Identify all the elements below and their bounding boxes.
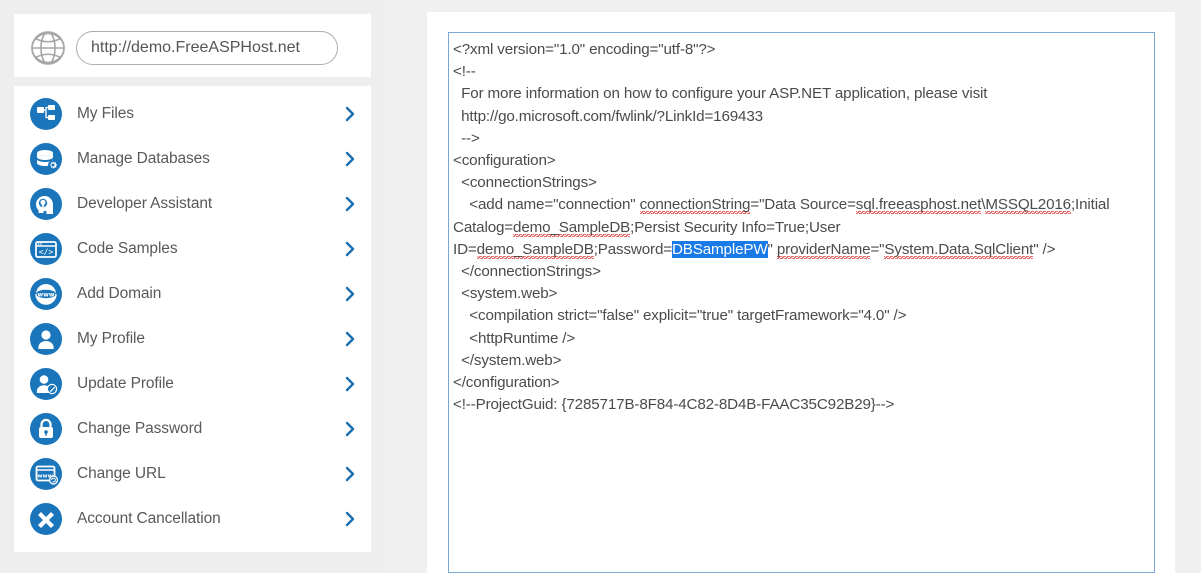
content-column: <?xml version="1.0" encoding="utf-8"?> <… xyxy=(385,0,1201,573)
sidebar-item-label: Account Cancellation xyxy=(77,509,221,527)
xml-line: For more information on how to configure… xyxy=(453,85,988,103)
sidebar-item-change-password[interactable]: Change Password xyxy=(14,406,371,451)
selected-password-text[interactable]: DBSamplePW xyxy=(671,240,768,258)
database-gear-icon xyxy=(30,142,62,175)
chevron-right-icon xyxy=(343,465,357,483)
sidebar-item-label: My Profile xyxy=(77,329,145,347)
xml-line: <httpRuntime /> xyxy=(453,329,576,347)
xml-line: <!-- xyxy=(453,63,476,81)
padlock-icon xyxy=(30,412,62,445)
address-bar-row xyxy=(26,26,338,70)
xml-token-misspelled: connectionString xyxy=(639,196,751,215)
sidebar-menu-card: My Files Manage Databases Developer Assi… xyxy=(14,86,371,552)
url-input[interactable] xyxy=(76,31,338,65)
globe-icon xyxy=(26,26,70,70)
xml-source-text: <?xml version="1.0" encoding="utf-8"?> <… xyxy=(453,39,1149,416)
chevron-right-icon xyxy=(343,105,357,123)
content-card: <?xml version="1.0" encoding="utf-8"?> <… xyxy=(427,12,1175,573)
circle-x-icon xyxy=(30,502,62,535)
xml-token-misspelled: MSSQL2016 xyxy=(985,196,1071,215)
xml-line: <configuration> xyxy=(453,152,556,170)
person-icon xyxy=(30,322,62,355)
xml-line: <!--ProjectGuid: {7285717B-8F84-4C82-8D4… xyxy=(453,396,895,414)
chevron-right-icon xyxy=(343,285,357,303)
xml-token: =" xyxy=(870,240,885,258)
xml-token-misspelled: providerName xyxy=(776,240,871,259)
sidebar-item-manage-databases[interactable]: Manage Databases xyxy=(14,136,371,181)
www-globe-icon: www xyxy=(30,277,62,310)
xml-token-misspelled: System.Data.SqlClient xyxy=(884,240,1034,259)
sidebar-item-my-profile[interactable]: My Profile xyxy=(14,316,371,361)
chevron-right-icon xyxy=(343,375,357,393)
file-tree-icon xyxy=(30,97,62,130)
xml-line: --> xyxy=(453,129,480,147)
xml-token: ;Password= xyxy=(593,240,672,258)
xml-line: </connectionStrings> xyxy=(453,263,601,281)
www-window-refresh-icon: www xyxy=(30,457,62,490)
sidebar-item-add-domain[interactable]: www Add Domain xyxy=(14,271,371,316)
xml-line: </system.web> xyxy=(453,351,562,369)
xml-line: <system.web> xyxy=(453,285,558,303)
sidebar-item-label: Add Domain xyxy=(77,284,162,302)
sidebar-item-label: Code Samples xyxy=(77,239,178,257)
xml-token: ="Data Source= xyxy=(750,196,856,214)
sidebar-item-change-url[interactable]: www Change URL xyxy=(14,451,371,496)
person-edit-icon xyxy=(30,367,62,400)
sidebar-item-label: Update Profile xyxy=(77,374,174,392)
sidebar-item-my-files[interactable]: My Files xyxy=(14,91,371,136)
chevron-right-icon xyxy=(343,150,357,168)
xml-line: </configuration> xyxy=(453,374,560,392)
xml-token-misspelled: demo_SampleDB xyxy=(476,240,594,259)
web-config-editor[interactable]: <?xml version="1.0" encoding="utf-8"?> <… xyxy=(448,32,1155,573)
sidebar-item-label: Manage Databases xyxy=(77,149,210,167)
chevron-right-icon xyxy=(343,420,357,438)
xml-token: " /> xyxy=(1033,240,1056,258)
sidebar-item-label: Change URL xyxy=(77,464,166,482)
xml-line: <connectionStrings> xyxy=(453,174,597,192)
sidebar-item-update-profile[interactable]: Update Profile xyxy=(14,361,371,406)
chevron-right-icon xyxy=(343,330,357,348)
chevron-right-icon xyxy=(343,510,357,528)
chevron-right-icon xyxy=(343,240,357,258)
xml-line: <?xml version="1.0" encoding="utf-8"?> xyxy=(453,41,716,58)
xml-token: " xyxy=(767,240,777,258)
head-lightbulb-icon xyxy=(30,187,62,220)
svg-text:www: www xyxy=(37,291,54,298)
sidebar-item-developer-assistant[interactable]: Developer Assistant xyxy=(14,181,371,226)
xml-line: <add name="connection" xyxy=(453,196,640,214)
sidebar-item-account-cancellation[interactable]: Account Cancellation xyxy=(14,496,371,541)
sidebar-item-label: My Files xyxy=(77,104,134,122)
chevron-right-icon xyxy=(343,195,357,213)
xml-token-misspelled: demo_SampleDB xyxy=(513,218,631,237)
left-sidebar-column: My Files Manage Databases xyxy=(0,0,385,573)
xml-line: http://go.microsoft.com/fwlink/?LinkId=1… xyxy=(453,107,763,125)
sidebar-item-label: Developer Assistant xyxy=(77,194,213,212)
svg-text:</>: </> xyxy=(39,247,54,256)
xml-line: <compilation strict="false" explicit="tr… xyxy=(453,307,907,325)
xml-token-misspelled: sql.freeasphost.net xyxy=(855,196,982,215)
code-window-icon: </> xyxy=(30,232,62,265)
address-bar-card xyxy=(14,14,371,77)
sidebar-item-code-samples[interactable]: </> Code Samples xyxy=(14,226,371,271)
sidebar-item-label: Change Password xyxy=(77,419,203,437)
